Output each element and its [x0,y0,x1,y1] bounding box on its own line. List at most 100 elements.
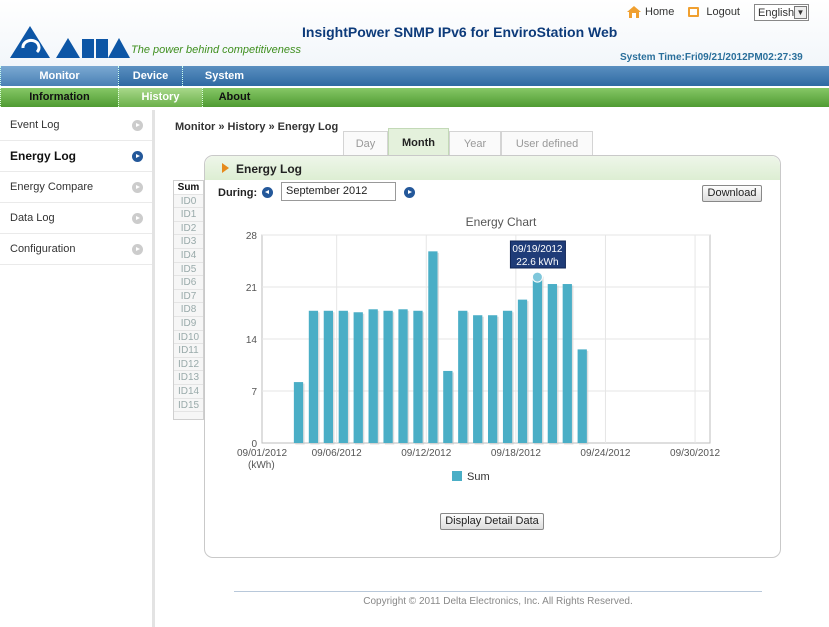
bar [577,349,587,443]
app-title: InsightPower SNMP IPv6 for EnviroStation… [302,24,618,40]
logout-icon [688,7,700,17]
id-item[interactable]: ID2 [174,222,203,236]
header-bar: The power behind competitiveness Insight… [0,0,829,66]
bar [502,310,513,443]
logout-link[interactable]: Logout [688,6,740,18]
x-tick-label: 09/01/2012 [237,448,287,459]
arrow-right-icon [132,244,143,255]
bar [413,310,423,443]
id-item[interactable]: ID13 [174,371,203,385]
secondary-nav: Information History About [0,88,829,107]
tooltip-value: 22.6 kWh [516,257,558,268]
delta-logo [10,26,130,58]
nav-history[interactable]: History [118,88,202,107]
id-item[interactable]: ID10 [174,331,203,345]
y-tick-label: 14 [246,335,258,346]
x-tick-label: 09/24/2012 [580,448,630,459]
bar [293,382,304,443]
sidebar-item-energy-log[interactable]: Energy Log [0,141,152,172]
bar [532,275,543,443]
bar [323,310,333,443]
bar [368,309,378,443]
id-item[interactable]: ID4 [174,249,203,263]
language-value: English [758,6,795,19]
system-time: System Time:Fri09/21/2012PM02:27:39 [620,52,803,63]
panel-title: Energy Log [236,162,303,176]
bar [547,284,557,443]
tab-user-defined[interactable]: User defined [501,131,593,155]
x-tick-label: 09/30/2012 [670,448,720,459]
bar [308,310,319,443]
chevron-down-icon: ▼ [794,6,807,19]
sidebar-item-label: Event Log [10,119,60,131]
bar [473,315,483,443]
sidebar-item-energy-compare[interactable]: Energy Compare [0,172,152,203]
tab-month[interactable]: Month [388,128,449,155]
id-item[interactable]: ID5 [174,263,203,277]
breadcrumb: Monitor » History » Energy Log [175,121,339,133]
bar [517,299,528,443]
sidebar: Event Log Energy Log Energy Compare Data… [0,110,155,627]
sidebar-item-data-log[interactable]: Data Log [0,203,152,234]
logout-label: Logout [706,6,740,18]
id-item[interactable]: ID12 [174,358,203,372]
home-icon [627,6,641,18]
nav-device[interactable]: Device [118,66,182,86]
panel-header: Energy Log [205,156,780,180]
bar [443,370,453,443]
id-item[interactable]: ID14 [174,385,203,399]
home-link[interactable]: Home [627,6,674,18]
tab-day[interactable]: Day [343,131,388,155]
legend-label: Sum [467,471,490,483]
tooltip-date: 09/19/2012 [512,244,562,255]
nav-about[interactable]: About [202,88,266,107]
id-item[interactable]: ID8 [174,303,203,317]
bar [488,315,498,443]
period-input[interactable]: September 2012 [281,182,396,201]
language-select[interactable]: English ▼ [754,4,809,21]
y-tick-label: 7 [251,387,257,398]
sidebar-item-configuration[interactable]: Configuration [0,234,152,265]
legend-swatch [452,471,462,481]
sidebar-item-label: Energy Compare [10,181,94,193]
bar [353,312,363,443]
id-item[interactable]: ID15 [174,399,203,413]
arrow-right-icon [132,151,143,162]
home-label: Home [645,6,675,18]
bar [398,309,408,443]
nav-system[interactable]: System [182,66,266,86]
y-tick-label: 21 [246,283,258,294]
sidebar-item-label: Data Log [10,212,55,224]
download-button[interactable]: Download [702,185,762,202]
id-item[interactable]: ID11 [174,344,203,358]
x-axis-label: (kWh) [248,460,275,471]
id-item[interactable]: ID9 [174,317,203,331]
id-item[interactable]: ID7 [174,290,203,304]
tab-year[interactable]: Year [449,131,501,155]
arrow-right-icon [132,120,143,131]
x-tick-label: 09/18/2012 [491,448,541,459]
id-item[interactable]: ID0 [174,195,203,209]
period-tabs: Day Month Year User defined [343,128,593,155]
highlight-point [531,271,543,283]
next-period-icon[interactable] [404,187,415,198]
energy-chart: Energy Chart0714212809/01/2012 09/06/2012… [237,215,721,483]
bar [562,284,572,443]
nav-monitor[interactable]: Monitor [0,66,118,86]
display-detail-data-button[interactable]: Display Detail Data [440,513,544,530]
nav-information[interactable]: Information [0,88,118,107]
footer-copyright: Copyright © 2011 Delta Electronics, Inc.… [363,596,633,607]
id-item[interactable]: ID6 [174,276,203,290]
previous-period-icon[interactable] [262,187,273,198]
footer-divider [234,591,762,592]
bar [458,310,468,443]
id-item-sum[interactable]: Sum [174,181,203,195]
sidebar-item-event-log[interactable]: Event Log [0,110,152,141]
arrow-right-icon [132,213,143,224]
x-tick-label: 09/12/2012 [401,448,451,459]
primary-nav: Monitor Device System [0,66,829,86]
device-id-list: Sum ID0 ID1 ID2 ID3 ID4 ID5 ID6 ID7 ID8 ID9 ID10 ID1… [173,180,204,420]
id-item[interactable]: ID1 [174,208,203,222]
id-item[interactable]: ID3 [174,235,203,249]
bar [383,310,393,443]
